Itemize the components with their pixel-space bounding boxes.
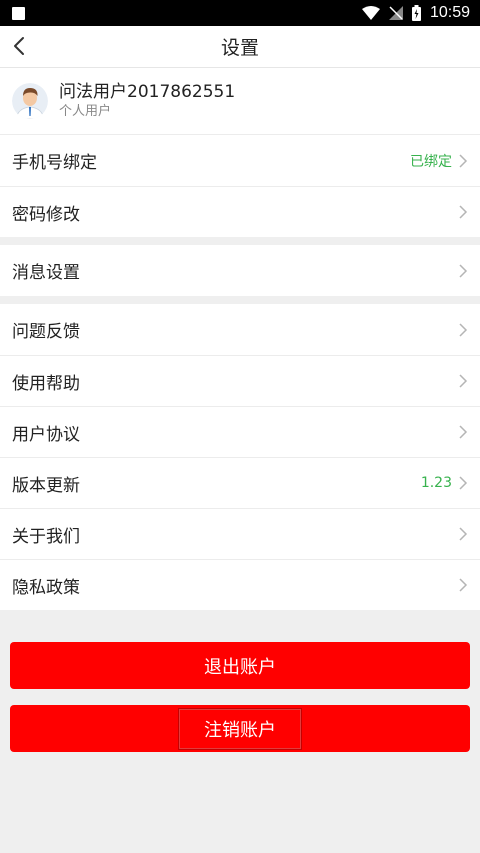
message-settings-group: 消息设置 <box>0 245 480 296</box>
account-settings-group: 手机号绑定 已绑定 密码修改 <box>0 135 480 237</box>
status-bar: 10:59 <box>0 0 480 26</box>
row-label: 消息设置 <box>12 263 80 283</box>
row-label: 密码修改 <box>12 204 80 225</box>
page-title: 设置 <box>220 37 259 59</box>
row-phone-binding[interactable]: 手机号绑定 已绑定 <box>0 135 480 186</box>
avatar <box>12 83 48 119</box>
profile-type: 个人用户 <box>59 104 112 119</box>
info-settings-group: 问题反馈 使用帮助 用户协议 版本更新 1.23 关于我们 隐私政策 <box>0 304 480 610</box>
chevron-right-icon <box>459 527 468 541</box>
divider <box>0 296 480 304</box>
row-user-agreement[interactable]: 用户协议 <box>0 406 480 457</box>
chevron-right-icon <box>459 263 468 278</box>
clock: 10:59 <box>429 4 470 21</box>
version-number: 1.23 <box>420 475 452 491</box>
row-about-us[interactable]: 关于我们 <box>0 508 480 559</box>
row-privacy-policy[interactable]: 隐私政策 <box>0 559 480 610</box>
row-message-settings[interactable]: 消息设置 <box>0 245 480 296</box>
chevron-right-icon <box>459 476 468 490</box>
profile-card[interactable]: 问法用户2017862551 个人用户 <box>0 68 480 135</box>
row-label: 问题反馈 <box>12 322 80 342</box>
deactivate-account-button[interactable]: 注销账户 <box>10 705 470 752</box>
divider <box>0 237 480 245</box>
action-buttons: 退出账户 注销账户 <box>0 610 480 752</box>
logout-button[interactable]: 退出账户 <box>10 642 470 689</box>
row-label: 用户协议 <box>12 424 80 445</box>
phone-binding-status: 已绑定 <box>410 153 452 170</box>
row-version-update[interactable]: 版本更新 1.23 <box>0 457 480 508</box>
battery-icon <box>411 5 421 21</box>
row-password-change[interactable]: 密码修改 <box>0 186 480 237</box>
deactivate-label: 注销账户 <box>178 707 302 750</box>
user-avatar-icon <box>12 83 48 119</box>
chevron-right-icon <box>459 153 468 168</box>
chevron-right-icon <box>459 205 468 219</box>
notification-icon <box>12 6 25 20</box>
chevron-right-icon <box>459 322 468 337</box>
back-arrow-icon[interactable] <box>9 35 31 57</box>
chevron-right-icon <box>459 425 468 439</box>
row-label: 版本更新 <box>12 475 80 496</box>
row-label: 手机号绑定 <box>12 153 97 173</box>
row-label: 隐私政策 <box>12 577 80 598</box>
no-signal-icon <box>388 6 403 20</box>
row-label: 关于我们 <box>12 526 80 547</box>
chevron-right-icon <box>459 374 468 388</box>
row-label: 使用帮助 <box>12 373 80 394</box>
row-help[interactable]: 使用帮助 <box>0 355 480 406</box>
app-header: 设置 <box>0 26 480 68</box>
row-feedback[interactable]: 问题反馈 <box>0 304 480 355</box>
chevron-right-icon <box>459 578 468 592</box>
wifi-icon <box>361 6 380 20</box>
profile-name: 问法用户2017862551 <box>59 82 236 102</box>
